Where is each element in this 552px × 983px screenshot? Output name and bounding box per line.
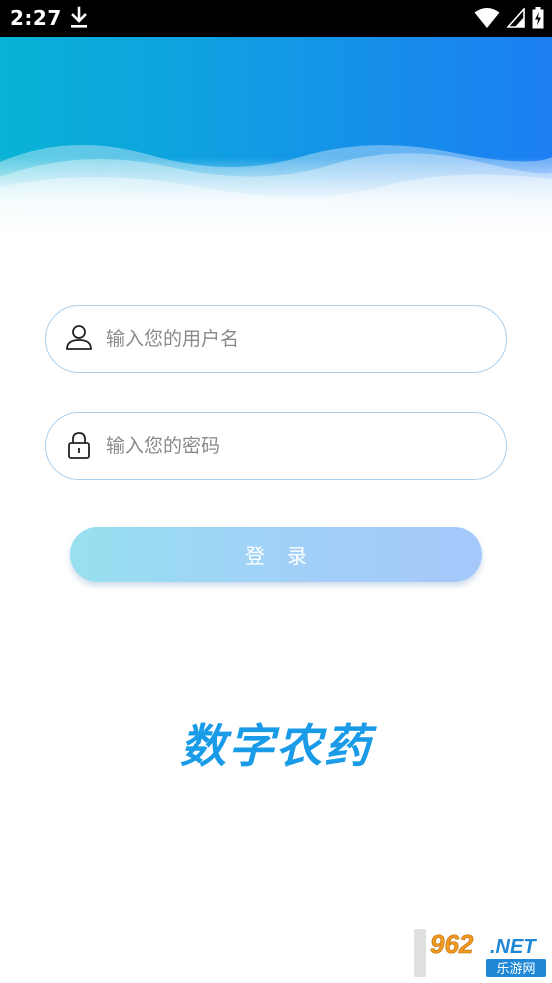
login-screen: 2:27 输入您的用户名 登录 数字农药 962 .NET 乐游网 — [0, 0, 552, 983]
login-button[interactable]: 登录 — [70, 527, 482, 582]
watermark-logo: 962 .NET 乐游网 — [412, 927, 548, 979]
status-icons — [474, 7, 544, 29]
download-icon — [71, 6, 87, 28]
header-wave-banner — [0, 37, 552, 237]
brand-title: 数字农药 — [180, 719, 372, 773]
status-time: 2:27 — [10, 6, 62, 30]
svg-text:.NET: .NET — [490, 936, 537, 958]
username-field[interactable] — [45, 305, 507, 373]
signal-icon — [507, 8, 525, 28]
user-icon — [66, 325, 92, 350]
svg-text:962: 962 — [430, 929, 474, 959]
password-input[interactable] — [106, 425, 486, 467]
username-input[interactable] — [106, 318, 486, 360]
battery-charging-icon — [532, 7, 544, 29]
wifi-icon — [474, 8, 500, 28]
lock-icon — [68, 432, 90, 459]
svg-text:乐游网: 乐游网 — [496, 962, 535, 977]
status-bar: 2:27 — [0, 0, 552, 37]
password-field[interactable] — [45, 412, 507, 480]
